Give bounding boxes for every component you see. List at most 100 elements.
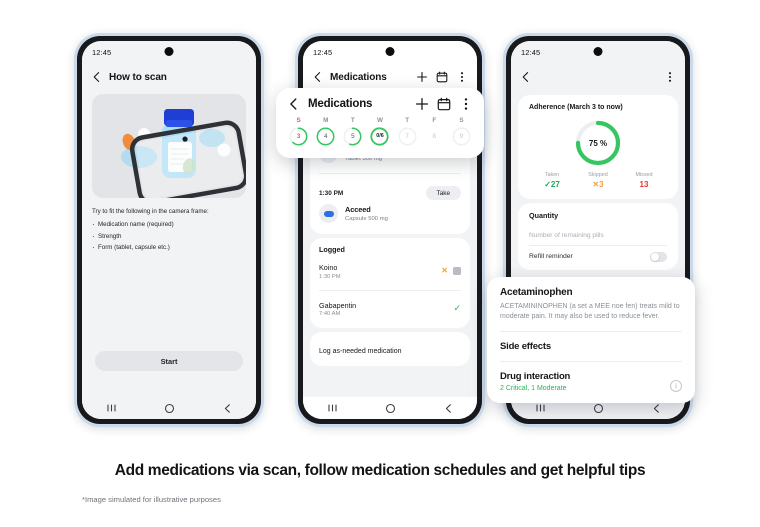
logged-card: Logged Koino 1:30 PM ✕ Gabapentin 7:40 A…	[310, 238, 470, 328]
chevron-left-icon[interactable]	[312, 71, 323, 84]
plus-icon[interactable]	[415, 71, 428, 84]
day-number: 8	[432, 132, 436, 140]
camera-punchhole-icon	[164, 47, 174, 56]
note-icon[interactable]	[453, 267, 461, 276]
medications-scroll[interactable]: Acetaminophen Tablet 500 mg 1:30 PM Take	[303, 133, 477, 419]
day-progress-ring: 8	[425, 127, 444, 146]
more-vertical-icon[interactable]	[459, 97, 473, 111]
phone-1-frame: 12:45 How to scan Try to fit the followi…	[77, 36, 261, 424]
medication-name: Acceed	[345, 205, 371, 215]
phone-1-screen: 12:45 How to scan Try to fit the followi…	[82, 41, 256, 419]
divider	[500, 361, 682, 363]
day-progress-ring: 7	[398, 127, 417, 146]
recents-icon[interactable]	[535, 403, 546, 413]
divider	[319, 173, 461, 174]
day-number: 3	[296, 132, 301, 140]
day-number: 9	[459, 132, 464, 140]
back-icon[interactable]	[651, 403, 662, 414]
more-vertical-icon[interactable]	[663, 71, 676, 84]
system-navigation-bar	[303, 397, 477, 419]
calendar-day-cell[interactable]: 4	[312, 124, 339, 148]
weekday-label: S	[296, 117, 301, 124]
status-clock: 12:45	[313, 47, 333, 57]
refill-reminder-toggle[interactable]	[650, 252, 667, 262]
refill-reminder-row[interactable]: Refill reminder	[529, 246, 667, 264]
calendar-day-cell[interactable]: 8	[421, 124, 448, 148]
weekday-label: F	[432, 117, 437, 124]
chevron-left-icon[interactable]	[520, 71, 531, 84]
drug-interaction-summary: 2 Critical, 1 Moderate	[500, 385, 567, 393]
day-number: 4	[323, 132, 328, 140]
day-cells-row: 3 4 5 0/6 7 8 9	[276, 124, 484, 148]
status-bar: 12:45	[82, 41, 256, 63]
chevron-left-icon[interactable]	[91, 71, 102, 84]
overlay-title: Medications	[308, 98, 373, 110]
section-title: Quantity	[529, 211, 559, 220]
day-number: 5	[351, 132, 355, 140]
drug-interaction-label: Drug interaction	[500, 371, 571, 383]
remaining-pills-input[interactable]: Number of remaining pills	[529, 225, 667, 245]
drug-interaction-row[interactable]: Drug interaction 2 Critical, 1 Moderate …	[500, 371, 682, 393]
calendar-day-cell[interactable]: 7	[394, 124, 421, 148]
drug-name: Acetaminophen	[500, 287, 573, 298]
adherence-card: Adherence (March 3 to now) 75 % Taken ✓2…	[518, 95, 678, 199]
home-icon[interactable]	[593, 403, 604, 414]
stat-missed: Missed 13	[621, 172, 667, 189]
as-needed-card[interactable]: Log as-needed medication	[310, 332, 470, 366]
recents-icon[interactable]	[327, 403, 338, 413]
capsule-icon	[319, 204, 338, 223]
list-item[interactable]: Gabapentin 7:40 AM ✓	[319, 297, 461, 322]
back-icon[interactable]	[443, 403, 454, 414]
drug-description: ACETAMININOPHEN (a set a MEE noe fen) tr…	[500, 303, 680, 321]
logged-actions: ✕	[441, 267, 461, 276]
back-icon[interactable]	[222, 403, 233, 414]
scan-instructions-body: Try to fit the following in the camera f…	[82, 91, 256, 419]
dose-time: 1:30 PM	[319, 189, 344, 197]
stat-value: 13	[639, 180, 649, 189]
info-circle-icon[interactable]: i	[670, 380, 682, 393]
start-button[interactable]: Start	[95, 351, 243, 371]
stat-skipped: Skipped ✕3	[575, 172, 621, 189]
calendar-day-cell[interactable]: 9	[448, 124, 475, 148]
refill-reminder-label: Refill reminder	[529, 253, 573, 261]
calendar-day-cell-selected[interactable]: 0/6	[366, 124, 393, 148]
take-button[interactable]: Take	[425, 186, 461, 200]
home-icon[interactable]	[164, 403, 175, 414]
more-vertical-icon[interactable]	[455, 71, 468, 84]
adherence-percent: 75 %	[588, 138, 608, 148]
calendar-day-cell[interactable]: 3	[285, 124, 312, 148]
day-progress-ring: 3	[289, 127, 308, 146]
plus-icon[interactable]	[415, 97, 429, 111]
hint-list: Medication name (required) Strength Form…	[92, 220, 246, 252]
status-bar: 12:45	[511, 41, 685, 63]
weekday-label: T	[405, 117, 410, 124]
side-effects-link[interactable]: Side effects	[500, 341, 682, 352]
promo-disclaimer: *Image simulated for illustrative purpos…	[82, 495, 221, 504]
divider	[500, 331, 682, 333]
stat-value: ✕3	[592, 180, 604, 189]
calendar-icon[interactable]	[435, 71, 448, 84]
stat-taken: Taken ✓27	[529, 172, 575, 189]
calendar-icon[interactable]	[437, 97, 451, 111]
weekday-label: W	[377, 117, 383, 124]
medication-dose: Capsule 500 mg	[345, 215, 388, 222]
list-item[interactable]: Koino 1:30 PM ✕	[319, 259, 461, 284]
calendar-day-cell[interactable]: 5	[339, 124, 366, 148]
logged-name: Koino	[319, 263, 338, 272]
overlay-app-bar: Medications	[276, 94, 484, 117]
day-progress-ring: 5	[343, 127, 362, 146]
weekday-label: S	[459, 117, 464, 124]
chevron-left-icon[interactable]	[287, 97, 300, 111]
page-title: Medications	[330, 71, 387, 83]
medication-row[interactable]: Acceed Capsule 500 mg	[319, 200, 461, 227]
day-progress-ring: 0/6	[370, 126, 390, 146]
drug-information-overlay: Acetaminophen ACETAMININOPHEN (a set a M…	[487, 277, 695, 404]
page-title: How to scan	[109, 71, 167, 83]
home-icon[interactable]	[385, 403, 396, 414]
day-progress-ring: 4	[316, 127, 335, 146]
list-item: Form (tablet, capsule etc.)	[92, 243, 246, 252]
section-title: Logged	[319, 245, 345, 254]
day-number: 0/6	[376, 133, 384, 139]
adherence-stats: Taken ✓27 Skipped ✕3 Missed 13	[529, 172, 667, 189]
recents-icon[interactable]	[106, 403, 117, 413]
